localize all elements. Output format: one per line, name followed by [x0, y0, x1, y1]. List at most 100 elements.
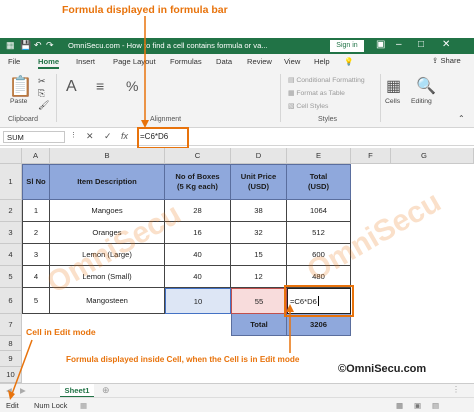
table-cell-referenced-d6[interactable]: 55	[231, 288, 287, 314]
tab-insert[interactable]: Insert	[76, 57, 95, 66]
status-num-lock: Num Lock	[34, 401, 68, 410]
format-painter-icon[interactable]: 🖌	[38, 100, 49, 111]
row-header[interactable]: 4	[0, 244, 22, 266]
column-header[interactable]: F	[351, 148, 391, 164]
column-header[interactable]: G	[391, 148, 474, 164]
formula-bar-annotation: Formula displayed in formula bar	[62, 4, 228, 16]
tab-help[interactable]: Help	[314, 57, 330, 66]
cells-label[interactable]: Cells	[385, 98, 400, 105]
cell-styles-button[interactable]: ▧ Cell Styles	[288, 102, 328, 110]
clipboard-group-label: Clipboard	[8, 116, 38, 123]
table-cell[interactable]: 38	[231, 200, 287, 222]
title-bar: ▦ 💾 ↶ ↷ OmniSecu.com - How to find a cel…	[0, 38, 474, 54]
table-header-cell[interactable]: Item Description	[50, 164, 165, 200]
sign-in-button[interactable]: Sign in	[330, 40, 364, 52]
ribbon-tabs: File Home Insert Page Layout Formulas Da…	[0, 54, 474, 70]
sheet-tab-bar: ◀ ▶ Sheet1 ⊕ ⋮	[0, 383, 474, 398]
sheet-tab-sheet1[interactable]: Sheet1	[60, 384, 94, 398]
column-header[interactable]: A	[22, 148, 50, 164]
total-label-cell[interactable]: Total	[231, 314, 287, 336]
window-title: OmniSecu.com - How to find a cell contai…	[68, 41, 268, 50]
table-header-cell[interactable]: Unit Price (USD)	[231, 164, 287, 200]
close-icon[interactable]: ✕	[442, 39, 450, 50]
font-icon[interactable]: A	[66, 78, 77, 96]
add-sheet-icon[interactable]: ⊕	[102, 385, 110, 396]
column-header[interactable]: D	[231, 148, 287, 164]
maximize-icon[interactable]: □	[418, 39, 424, 50]
row-header[interactable]: 3	[0, 222, 22, 244]
redo-icon[interactable]: ↷	[46, 40, 54, 51]
omnisecu-logo: ©OmniSecu.com	[338, 363, 427, 375]
table-cell[interactable]: 40	[165, 266, 231, 288]
format-as-table-button[interactable]: ▦ Format as Table	[288, 89, 345, 97]
table-cell[interactable]: 40	[165, 244, 231, 266]
table-header-cell[interactable]: No of Boxes (5 Kg each)	[165, 164, 231, 200]
undo-icon[interactable]: ↶	[34, 40, 42, 51]
table-cell[interactable]: 15	[231, 244, 287, 266]
table-cell[interactable]: 1064	[287, 200, 351, 222]
table-header-cell[interactable]: Total (USD)	[287, 164, 351, 200]
table-cell[interactable]: 32	[231, 222, 287, 244]
minimize-icon[interactable]: –	[396, 39, 402, 50]
accessibility-icon[interactable]: ▦	[80, 401, 87, 410]
editing-label[interactable]: Editing	[411, 98, 432, 105]
cancel-icon[interactable]: ✕	[86, 131, 94, 142]
sheet-options-icon[interactable]: ⋮	[452, 385, 460, 394]
table-cell[interactable]: 2	[22, 222, 50, 244]
collapse-ribbon-icon[interactable]: ⌃	[458, 114, 465, 123]
column-header[interactable]: C	[165, 148, 231, 164]
column-header[interactable]: E	[287, 148, 351, 164]
row-header[interactable]: 10	[0, 367, 22, 383]
page-break-view-icon[interactable]: ▤	[432, 401, 439, 410]
table-cell[interactable]: 1	[22, 200, 50, 222]
row-header[interactable]: 5	[0, 266, 22, 288]
tab-data[interactable]: Data	[216, 57, 232, 66]
tab-home[interactable]: Home	[38, 57, 60, 69]
styles-group-label: Styles	[318, 116, 338, 123]
tab-page-layout[interactable]: Page Layout	[113, 57, 156, 66]
row-header[interactable]: 1	[0, 164, 22, 200]
table-cell[interactable]: 12	[231, 266, 287, 288]
normal-view-icon[interactable]: ▦	[396, 401, 403, 410]
ribbon-separator	[56, 74, 57, 122]
number-format-icon[interactable]: %	[126, 78, 138, 94]
copy-icon[interactable]: ⎘	[38, 88, 45, 99]
tab-formulas[interactable]: Formulas	[170, 57, 202, 66]
conditional-formatting-button[interactable]: ▤ Conditional Formatting	[288, 76, 365, 84]
tab-review[interactable]: Review	[247, 57, 272, 66]
save-icon[interactable]: 💾	[20, 40, 31, 51]
row-header[interactable]: 8	[0, 336, 22, 351]
row-header[interactable]: 2	[0, 200, 22, 222]
table-cell[interactable]: 5	[22, 288, 50, 314]
row-header[interactable]: 7	[0, 314, 22, 336]
cells-icon[interactable]: ▦	[386, 76, 401, 96]
tab-view[interactable]: View	[284, 57, 300, 66]
formula-cell-annotation: Formula displayed inside Cell, when the …	[66, 355, 300, 364]
row-header[interactable]: 6	[0, 288, 22, 314]
insert-function-icon[interactable]: fx	[121, 131, 128, 141]
cut-icon[interactable]: ✂	[38, 76, 46, 87]
row-header[interactable]: 9	[0, 351, 22, 367]
next-sheet-icon[interactable]: ▶	[20, 386, 26, 395]
enter-icon[interactable]: ✓	[104, 131, 112, 142]
table-cell-referenced-c6[interactable]: 10	[165, 288, 231, 314]
select-all-corner[interactable]	[0, 148, 22, 164]
table-cell[interactable]: 3	[22, 244, 50, 266]
page-layout-view-icon[interactable]: ▣	[414, 401, 421, 410]
format-as-table-label: Format as Table	[296, 90, 345, 97]
paste-icon[interactable]: 📋	[8, 74, 33, 99]
paste-label[interactable]: Paste	[10, 98, 27, 105]
share-label: Share	[440, 56, 461, 65]
ribbon-options-icon[interactable]: ▣	[376, 39, 385, 50]
formula-bar-highlight	[137, 127, 189, 149]
column-header[interactable]: B	[50, 148, 165, 164]
table-header-cell[interactable]: Sl No	[22, 164, 50, 200]
name-box[interactable]: SUM	[3, 131, 65, 143]
lightbulb-icon[interactable]: 💡	[344, 57, 353, 66]
align-icon[interactable]: ≡	[96, 78, 104, 94]
tab-file[interactable]: File	[8, 57, 20, 66]
share-button[interactable]: ⇪ Share	[432, 56, 461, 65]
editing-icon[interactable]: 🔍	[416, 76, 436, 96]
total-value-cell[interactable]: 3206	[287, 314, 351, 336]
prev-sheet-icon[interactable]: ◀	[6, 386, 12, 395]
